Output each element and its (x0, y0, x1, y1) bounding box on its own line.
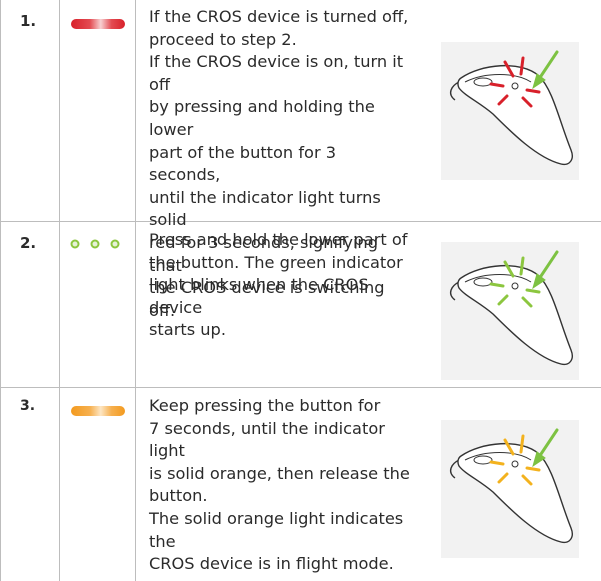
column-divider-1 (59, 0, 60, 581)
step-instruction: Press and hold the lower part of the but… (149, 230, 408, 340)
blinking-green-dots-icon (69, 235, 121, 254)
red-indicator-icon (71, 14, 125, 33)
column-divider-2 (135, 0, 136, 581)
cros-device-orange-light-illustration-icon (441, 420, 579, 558)
step-number: 2. (20, 234, 37, 252)
row-divider-2 (0, 387, 601, 388)
step-number: 1. (20, 12, 37, 30)
cros-device-green-light-illustration-icon (441, 242, 579, 380)
table-border-left (0, 0, 1, 581)
step-instruction: Keep pressing the button for 7 seconds, … (149, 396, 410, 574)
cros-device-red-light-illustration-icon (441, 42, 579, 180)
orange-indicator-icon (71, 401, 125, 420)
step-number: 3. (20, 398, 36, 414)
